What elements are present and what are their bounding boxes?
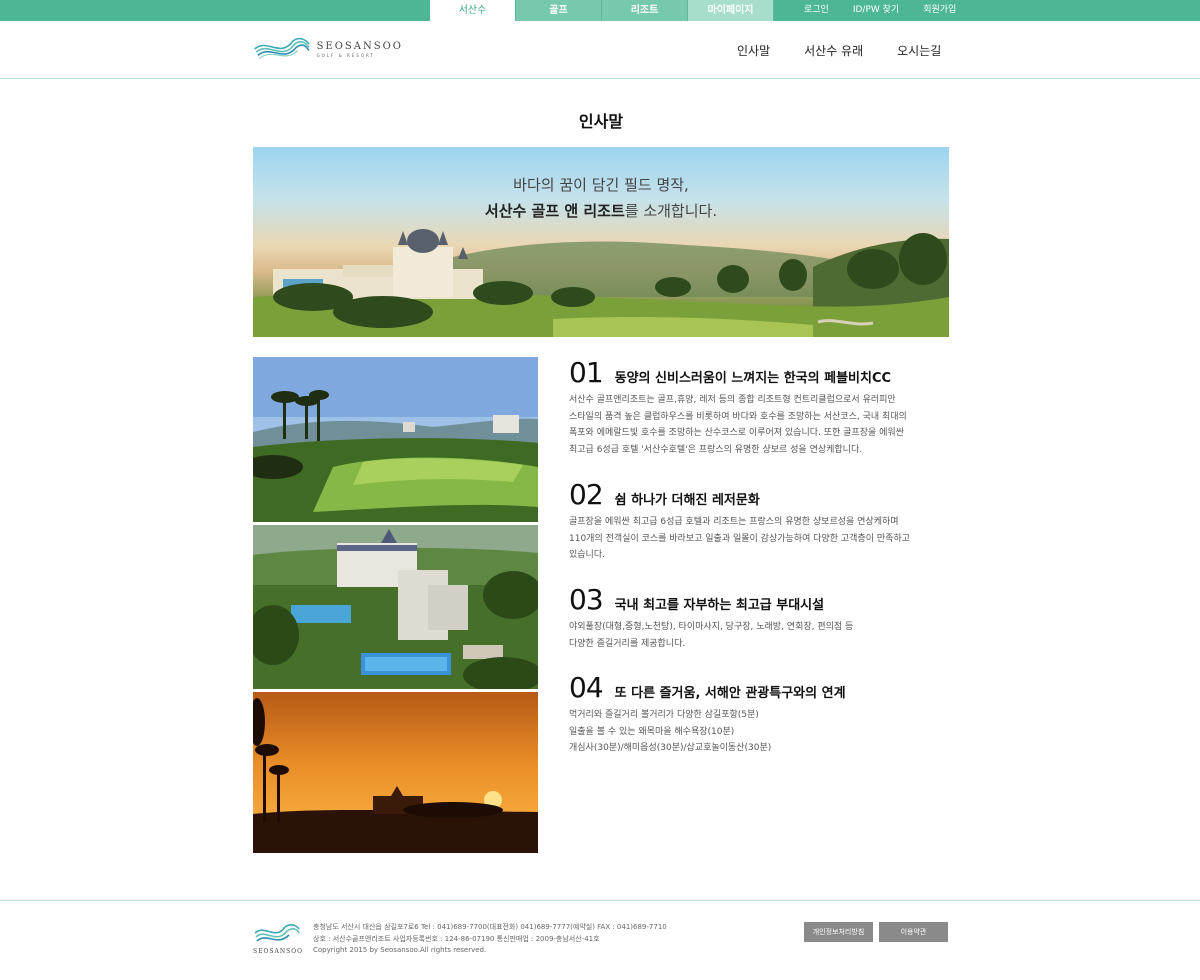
header: SEOSANSOO GOLF & RESORT 인사말 서산수 유래 오시는길 (0, 21, 1200, 79)
logo-name: SEOSANSOO (316, 40, 403, 52)
nav-origin[interactable]: 서산수 유래 (804, 42, 863, 59)
hotel-aerial-image (253, 525, 538, 689)
main-nav: 인사말 서산수 유래 오시는길 (720, 21, 958, 79)
page-title: 인사말 (578, 112, 624, 131)
tab-mypage[interactable]: 마이페이지 (688, 0, 774, 21)
feature-02: 02 쉼 하나가 더해진 레저문화 골프장을 에워싼 최고급 6성급 호텔과 리… (569, 478, 954, 564)
find-id-pw-link[interactable]: ID/PW 찾기 (853, 0, 899, 21)
feature-04: 04 또 다른 즐거움, 서해안 관광특구와의 연계 먹거리와 즐길거리 볼거리… (569, 671, 954, 757)
footer-logo-name: SEOSANSOO (253, 948, 304, 955)
sunset-resort-image (253, 692, 538, 853)
footer-logo: SEOSANSOO (253, 921, 303, 961)
feature-description: 골프장을 에워싼 최고급 6성급 호텔과 리조트는 프랑스의 유명한 샹보르성을… (569, 517, 911, 560)
feature-01: 01 동양의 신비스러움이 느껴지는 한국의 페블비치CC 서산수 골프앤리조트… (569, 356, 954, 458)
feature-title: 국내 최고를 자부하는 최고급 부대시설 (614, 598, 825, 613)
hero-banner: 바다의 꿈이 담긴 필드 명작, 서산수 골프 앤 리조트를 소개합니다. (253, 147, 949, 337)
wave-logo-icon (254, 924, 300, 942)
hero-headline: 바다의 꿈이 담긴 필드 명작, (513, 176, 689, 194)
nav-greeting[interactable]: 인사말 (737, 42, 770, 59)
feature-title: 쉼 하나가 더해진 레저문화 (614, 493, 760, 508)
site-logo[interactable]: SEOSANSOO GOLF & RESORT (253, 30, 403, 68)
footer: SEOSANSOO 충청남도 서산시 대산읍 삼길포7로6 Tel : 041)… (0, 900, 1200, 980)
nav-directions[interactable]: 오시는길 (897, 42, 941, 59)
logo-subtitle: GOLF & RESORT (316, 52, 375, 58)
login-link[interactable]: 로그인 (804, 0, 829, 21)
top-bar: 서산수 골프 리조트 마이페이지 로그인 ID/PW 찾기 회원가입 (0, 0, 1200, 21)
tab-seosansoo[interactable]: 서산수 (430, 0, 516, 21)
top-tabs: 서산수 골프 리조트 마이페이지 (430, 0, 774, 21)
hero-resort-name: 서산수 골프 앤 리조트 (484, 202, 625, 220)
account-links: 로그인 ID/PW 찾기 회원가입 (792, 0, 968, 21)
golf-course-photo (253, 357, 538, 522)
company-registration: 상호 : 서산수골프앤리조트 사업자등록번호 : 124-86-07190 통신… (313, 934, 600, 943)
feature-title: 동양의 신비스러움이 느껴지는 한국의 페블비치CC (614, 371, 892, 386)
hero-subheadline: 서산수 골프 앤 리조트를 소개합니다. (253, 200, 949, 221)
feature-description: 먹거리와 즐길거리 볼거리가 다양한 삼길포항(5분) 일출을 볼 수 있는 왜… (569, 710, 772, 753)
feature-title: 또 다른 즐거움, 서해안 관광특구와의 연계 (614, 686, 846, 701)
signup-link[interactable]: 회원가입 (923, 0, 956, 21)
golf-course-image (253, 357, 538, 522)
privacy-policy-button[interactable]: 개인정보처리방침 (804, 922, 873, 942)
wave-logo-icon (254, 37, 310, 60)
sunset-photo (253, 692, 538, 853)
company-address: 충청남도 서산시 대산읍 삼길포7로6 Tel : 041)689-7700(대… (313, 923, 667, 931)
copyright: Copyright 2015 by Seosansoo.All rights r… (313, 946, 487, 954)
feature-03: 03 국내 최고를 자부하는 최고급 부대시설 야외풀장(대형,중형,노천탕),… (569, 583, 954, 652)
hero-intro-text: 를 소개합니다. (624, 202, 718, 220)
company-info: 충청남도 서산시 대산읍 삼길포7로6 Tel : 041)689-7700(대… (313, 922, 667, 957)
terms-button[interactable]: 이용약관 (879, 922, 948, 942)
feature-number: 01 (569, 356, 604, 389)
tab-golf[interactable]: 골프 (516, 0, 602, 21)
feature-number: 02 (569, 478, 604, 511)
tab-resort[interactable]: 리조트 (602, 0, 688, 21)
feature-number: 04 (569, 671, 604, 704)
feature-description: 야외풀장(대형,중형,노천탕), 타이마사지, 당구장, 노래방, 연회장, 편… (569, 622, 854, 649)
hotel-pool-photo (253, 525, 538, 689)
feature-number: 03 (569, 583, 604, 616)
feature-description: 서산수 골프앤리조트는 골프,휴양, 레저 등의 종합 리조트형 컨트리클럽으로… (569, 395, 907, 455)
